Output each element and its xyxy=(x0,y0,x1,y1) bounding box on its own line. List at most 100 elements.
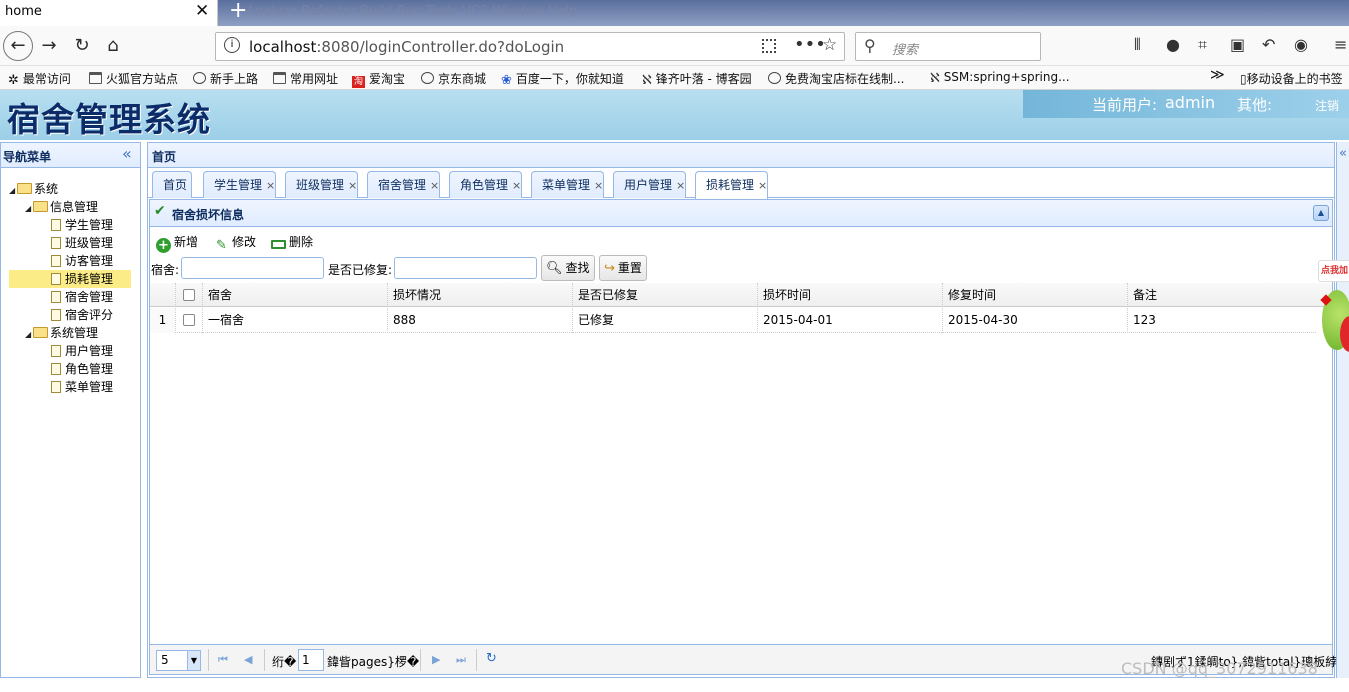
tree-item[interactable]: 用户管理 xyxy=(9,342,131,360)
column-header-dorm[interactable]: 宿舍 xyxy=(202,283,387,307)
logout-link[interactable]: 注销 xyxy=(1315,97,1339,114)
bookmark-getting-started[interactable]: 新手上路 xyxy=(193,70,258,87)
content-tab[interactable]: 首页 xyxy=(152,171,192,198)
menu-icon[interactable]: ≡ xyxy=(1334,35,1347,54)
dorm-filter-label: 宿舍: xyxy=(151,263,180,277)
reload-button[interactable]: ↻ xyxy=(69,33,95,59)
tree-item[interactable]: 宿舍评分 xyxy=(9,306,131,324)
browser-tab-home[interactable]: home ✕ xyxy=(0,0,218,26)
cell-dorm: 一宿舍 xyxy=(202,308,387,333)
floating-ad-widget[interactable]: 点我加 xyxy=(1318,260,1349,282)
tree-item[interactable]: 班级管理 xyxy=(9,234,131,252)
content-tab[interactable]: 用户管理 × xyxy=(613,171,686,198)
row-number: 1 xyxy=(150,308,175,333)
new-tab-button[interactable]: + xyxy=(229,0,247,23)
delete-button[interactable]: 删除 xyxy=(271,233,313,250)
tree-item[interactable]: ◢ 系统管理 xyxy=(9,324,131,342)
back-button[interactable]: ← xyxy=(3,31,33,61)
expand-triangle-icon[interactable]: ◢ xyxy=(25,326,33,344)
first-page-icon[interactable]: ⏮ xyxy=(218,653,228,667)
row-checkbox-cell[interactable] xyxy=(175,308,202,333)
mobile-bookmarks[interactable]: ▯移动设备上的书签 xyxy=(1240,70,1343,87)
close-icon[interactable]: × xyxy=(676,179,685,192)
account-icon[interactable]: ◉ xyxy=(1294,35,1308,54)
tree-item[interactable]: 访客管理 xyxy=(9,252,131,270)
column-header-repaired[interactable]: 是否已修复 xyxy=(572,283,757,307)
bookmark-aitaobao[interactable]: 淘爱淘宝 xyxy=(352,70,405,88)
checkbox[interactable] xyxy=(183,289,195,301)
close-icon[interactable]: × xyxy=(266,179,275,192)
close-tab-icon[interactable]: ✕ xyxy=(195,1,209,21)
column-header-remark[interactable]: 备注 xyxy=(1127,283,1316,307)
chat-icon[interactable]: ● xyxy=(1166,35,1180,54)
prev-page-icon[interactable]: ◀ xyxy=(244,653,252,666)
tree-item[interactable]: ◢ 系统 xyxy=(9,180,131,198)
expand-right-icon[interactable]: « xyxy=(1339,146,1347,161)
info-icon[interactable]: i xyxy=(224,37,240,53)
tree-item[interactable]: 角色管理 xyxy=(9,360,131,378)
collapse-left-icon[interactable]: « xyxy=(122,144,132,163)
tree-item[interactable]: 学生管理 xyxy=(9,216,131,234)
home-button[interactable]: ⌂ xyxy=(100,33,126,59)
tree-item[interactable]: 损耗管理 xyxy=(9,270,131,288)
bookmark-cnblogs[interactable]: ℵ 锋齐叶落 - 博客园 xyxy=(642,70,752,87)
column-header-damage[interactable]: 损坏情况 xyxy=(387,283,572,307)
column-header-repair-time[interactable]: 修复时间 xyxy=(942,283,1127,307)
sidebar-icon[interactable]: ▣ xyxy=(1230,35,1245,54)
checkbox[interactable] xyxy=(183,314,195,326)
expand-triangle-icon[interactable]: ◢ xyxy=(9,182,17,200)
url-text[interactable]: localhost:8080/loginController.do?doLogi… xyxy=(249,38,564,56)
search-button[interactable]: 🔍︎ 查找 xyxy=(541,255,595,281)
last-page-icon[interactable]: ⏭ xyxy=(456,653,466,667)
close-icon[interactable]: × xyxy=(758,179,767,192)
tree-item[interactable]: 菜单管理 xyxy=(9,378,131,396)
qr-code-icon[interactable] xyxy=(762,39,776,53)
bookmark-common-sites[interactable]: 常用网址 xyxy=(273,70,338,87)
search-input[interactable]: 搜索 xyxy=(892,39,918,58)
forward-button[interactable]: → xyxy=(36,33,62,59)
bookmark-baidu[interactable]: ❀ 百度一下，你就知道 xyxy=(501,70,624,87)
url-bar[interactable]: i localhost:8080/loginController.do?doLo… xyxy=(215,32,845,61)
collapse-panel-icon[interactable]: ▲ xyxy=(1313,205,1329,221)
bookmark-jd[interactable]: 京东商城 xyxy=(421,70,486,87)
close-icon[interactable]: × xyxy=(594,179,603,192)
crop-icon[interactable]: ⌗ xyxy=(1198,35,1207,55)
content-tab[interactable]: 学生管理 × xyxy=(203,171,276,198)
bookmark-label: 爱淘宝 xyxy=(369,72,406,86)
bookmark-firefox-official[interactable]: 火狐官方站点 xyxy=(89,70,178,87)
library-icon[interactable]: ⫴ xyxy=(1134,35,1141,55)
dorm-filter-input[interactable] xyxy=(181,257,324,279)
content-tab[interactable]: 宿舍管理 × xyxy=(367,171,440,198)
chevron-down-icon[interactable]: ▼ xyxy=(187,651,200,670)
close-icon[interactable]: × xyxy=(512,179,521,192)
bookmark-most-visited[interactable]: ✲ 最常访问 xyxy=(8,70,71,87)
content-tab[interactable]: 角色管理 × xyxy=(449,171,522,198)
browser-tab-strip: home ✕ + Analyze Refactor Build Run Tool… xyxy=(0,0,1349,26)
page-number-input[interactable]: 1 xyxy=(298,649,324,671)
bookmark-taobao-logo-maker[interactable]: 免费淘宝店标在线制... xyxy=(768,70,904,87)
bookmark-star-icon[interactable]: ☆ xyxy=(822,35,837,55)
undo-icon[interactable]: ↶ xyxy=(1262,35,1275,54)
close-icon[interactable]: × xyxy=(348,179,357,192)
reset-button[interactable]: ↪ 重置 xyxy=(599,255,647,281)
tree-item[interactable]: 宿舍管理 xyxy=(9,288,131,306)
close-icon[interactable]: × xyxy=(430,179,439,192)
bookmarks-overflow-icon[interactable]: ≫ xyxy=(1210,67,1225,83)
content-tab[interactable]: 损耗管理 × xyxy=(695,171,768,199)
checkmark-icon: ✔ xyxy=(154,203,166,219)
content-tab[interactable]: 班级管理 × xyxy=(285,171,358,198)
add-button[interactable]: + 新增 xyxy=(156,233,198,253)
expand-triangle-icon[interactable]: ◢ xyxy=(25,200,33,218)
column-header-damage-time[interactable]: 损坏时间 xyxy=(757,283,942,307)
table-row[interactable]: 1 一宿舍 888 已修复 2015-04-01 2015-04-30 123 xyxy=(150,308,1316,333)
bookmark-ssm[interactable]: ℵ SSM:spring+spring... xyxy=(930,70,1070,85)
page-size-select[interactable]: 5 ▼ xyxy=(156,650,201,671)
next-page-icon[interactable]: ▶ xyxy=(432,653,440,666)
search-bar[interactable]: ⚲ 搜索 xyxy=(855,32,1041,61)
select-all-checkbox[interactable] xyxy=(175,283,202,307)
repaired-filter-input[interactable] xyxy=(394,257,537,279)
edit-button[interactable]: ✎ 修改 xyxy=(214,233,256,253)
refresh-icon[interactable]: ↻ xyxy=(486,651,497,666)
tree-item[interactable]: ◢ 信息管理 xyxy=(9,198,131,216)
content-tab[interactable]: 菜单管理 × xyxy=(531,171,604,198)
